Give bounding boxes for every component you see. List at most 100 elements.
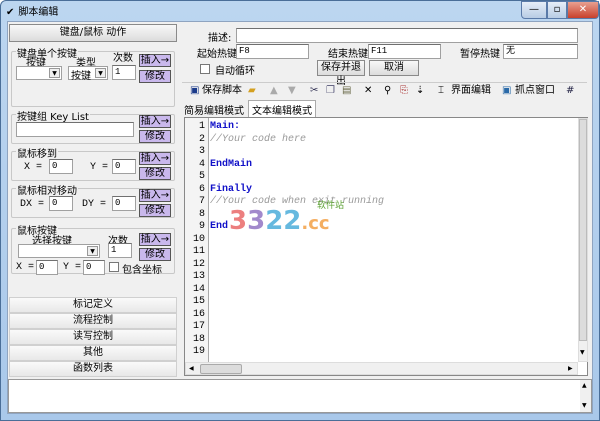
mouse-button-group: 鼠标按键 选择按键 次数 ▼ 1 插入→ 修改 X = 0 Y = 0 包含坐标 — [11, 222, 175, 276]
start-hotkey-label: 起始热键 — [197, 49, 237, 60]
y-input[interactable]: 0 — [83, 260, 105, 275]
dy-input[interactable]: 0 — [112, 196, 136, 211]
section-function-list[interactable]: 函数列表 — [9, 361, 177, 377]
paste-icon[interactable]: ▤ — [342, 83, 351, 99]
key-select[interactable]: ▼ — [16, 66, 62, 80]
tab-simple-edit[interactable]: 简易编辑模式 — [184, 102, 244, 117]
tab-text-edit[interactable]: 文本编辑模式 — [248, 100, 316, 118]
copy-icon[interactable]: ❐ — [326, 83, 335, 99]
horizontal-scrollbar[interactable]: ◀ ▶ — [185, 362, 578, 375]
open-folder-icon[interactable]: ▰ — [248, 83, 256, 99]
scroll-right-icon[interactable]: ▶ — [568, 365, 573, 372]
save-exit-button[interactable]: 保存并退出 — [317, 60, 365, 87]
modify-button[interactable]: 修改 — [139, 167, 171, 180]
insert-button[interactable]: 插入→ — [139, 115, 171, 128]
include-coords-label: 包含坐标 — [122, 265, 162, 276]
output-box[interactable]: ▲ ▼ — [8, 379, 592, 413]
line-number: 1 — [198, 121, 205, 132]
cut-icon[interactable]: ✂ — [310, 83, 318, 99]
arrow-up-icon[interactable]: ▲ — [270, 83, 278, 99]
script-settings: 描述: 起始热键 F8 结束热键 F11 暂停热键 无 自动循环 保存并退出 取… — [180, 24, 590, 87]
scroll-thumb[interactable] — [579, 119, 587, 341]
x-input[interactable]: 0 — [36, 260, 58, 275]
replace-icon[interactable]: ⎘ — [400, 83, 408, 99]
chevron-down-icon: ▼ — [87, 246, 98, 256]
line-number: 19 — [192, 346, 205, 357]
find-next-icon[interactable]: ⇣ — [416, 83, 424, 99]
modify-button[interactable]: 修改 — [139, 70, 171, 83]
line-number: 3 — [198, 146, 205, 157]
mouse-key-select[interactable]: ▼ — [18, 244, 100, 258]
auto-loop-checkbox[interactable] — [200, 64, 210, 74]
end-hotkey-input[interactable]: F11 — [368, 44, 441, 59]
monitor-icon[interactable]: ▣ — [502, 83, 511, 99]
line-number: 10 — [192, 233, 205, 245]
group-legend: 鼠标移到 — [16, 145, 58, 160]
delete-icon[interactable]: ✕ — [364, 83, 372, 99]
y-input[interactable]: 0 — [112, 159, 136, 174]
modify-button[interactable]: 修改 — [139, 204, 171, 217]
insert-button[interactable]: 插入→ — [139, 189, 171, 202]
window-title: ✔ 脚本编辑 — [6, 3, 58, 18]
mouse-relative-group: 鼠标相对移动 DX = 0 DY = 0 插入→ 修改 — [11, 182, 175, 218]
count-input[interactable]: 1 — [108, 243, 132, 258]
section-flow-control[interactable]: 流程控制 — [9, 313, 177, 329]
dx-input[interactable]: 0 — [49, 196, 73, 211]
keyboard-mouse-header[interactable]: 键盘/鼠标 动作 — [9, 24, 177, 42]
key-list-input[interactable] — [16, 122, 134, 137]
insert-button[interactable]: 插入→ — [139, 233, 171, 246]
ui-edit-icon[interactable]: ⌶ — [438, 83, 444, 99]
scroll-down-icon[interactable]: ▼ — [582, 402, 587, 409]
section-read-write-control[interactable]: 读写控制 — [9, 329, 177, 345]
end-hotkey-label: 结束热键 — [328, 49, 368, 60]
output-scrollbar[interactable]: ▲ ▼ — [580, 380, 591, 412]
scroll-down-icon[interactable]: ▼ — [580, 349, 585, 356]
line-number: 6 — [198, 183, 205, 195]
modify-button[interactable]: 修改 — [139, 130, 171, 143]
maximize-button[interactable]: ▫ — [547, 1, 567, 19]
scroll-up-icon[interactable]: ▲ — [582, 382, 587, 389]
watermark-logo: 3322.cc — [229, 206, 330, 236]
code-editor[interactable]: 1 Main: 2 //Your code here 3 4 EndMain 5 6 Finall… — [184, 117, 588, 376]
line-number: 8 — [198, 208, 205, 220]
save-script-button[interactable]: 保存脚本 — [202, 83, 242, 99]
insert-button[interactable]: 插入→ — [139, 54, 171, 67]
start-hotkey-input[interactable]: F8 — [236, 44, 309, 59]
watermark-sub: 软件站 — [317, 201, 345, 211]
line-number: 13 — [192, 271, 205, 282]
x-input[interactable]: 0 — [49, 159, 73, 174]
capture-window-button[interactable]: 抓点窗口 — [515, 83, 555, 99]
pause-hotkey-input[interactable]: 无 — [503, 44, 578, 59]
minimize-button[interactable]: — — [521, 1, 547, 19]
pause-hotkey-label: 暂停热键 — [460, 49, 500, 60]
include-coords-checkbox[interactable] — [109, 262, 119, 272]
section-marker-definition[interactable]: 标记定义 — [9, 297, 177, 313]
count-input[interactable]: 1 — [112, 65, 136, 80]
code-line: Main: — [210, 121, 241, 132]
insert-button[interactable]: 插入→ — [139, 152, 171, 165]
scroll-left-icon[interactable]: ◀ — [189, 365, 194, 372]
x-label: X = — [16, 262, 35, 273]
scroll-thumb[interactable] — [200, 364, 242, 374]
cancel-button[interactable]: 取消 — [369, 60, 419, 76]
ui-edit-button[interactable]: 界面编辑 — [451, 83, 491, 99]
chevron-down-icon: ▼ — [95, 68, 106, 78]
description-input[interactable] — [236, 28, 578, 43]
line-number: 11 — [192, 246, 205, 257]
hash-icon[interactable]: # — [566, 83, 574, 99]
dx-label: DX = — [20, 199, 45, 210]
close-button[interactable]: ✕ — [567, 1, 599, 19]
section-other[interactable]: 其他 — [9, 345, 177, 361]
y-label: Y = — [63, 262, 82, 273]
line-number: 18 — [192, 333, 205, 345]
save-disk-icon[interactable]: ▣ — [190, 83, 199, 99]
vertical-scrollbar[interactable]: ▼ — [578, 118, 588, 362]
arrow-down-icon[interactable]: ▼ — [288, 83, 296, 99]
line-number: 17 — [192, 321, 205, 332]
left-panel: 键盘/鼠标 动作 键盘单个按键 按键 类型 次数 ▼ 按键 ▼ 1 插入→ 修改 … — [9, 24, 177, 378]
line-number: 14 — [192, 283, 205, 295]
find-icon[interactable]: ⚲ — [384, 83, 391, 99]
y-label: Y = — [90, 162, 109, 173]
type-select[interactable]: 按键 ▼ — [68, 66, 108, 82]
modify-button[interactable]: 修改 — [139, 248, 171, 261]
